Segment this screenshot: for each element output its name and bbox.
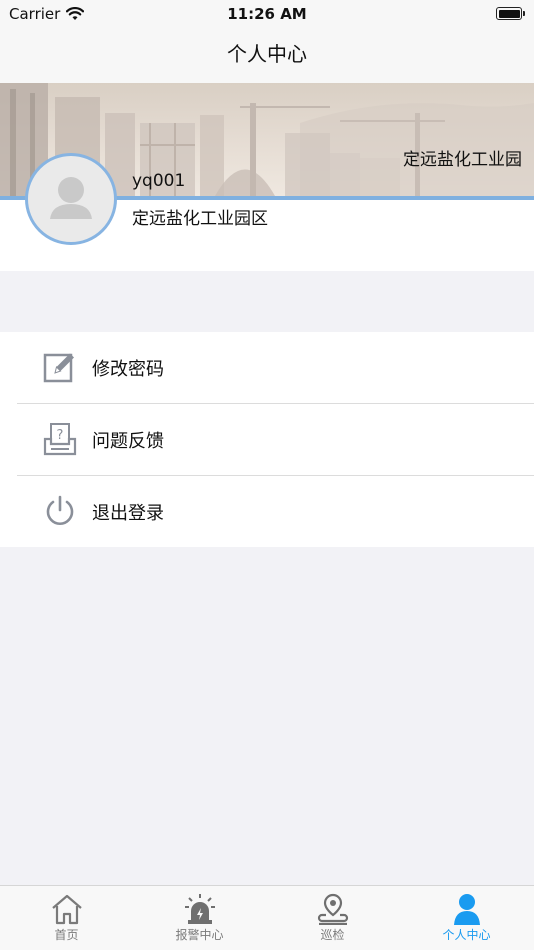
svg-text:?: ? (57, 428, 64, 443)
alarm-icon (184, 894, 215, 924)
tab-home-label: 首页 (54, 928, 79, 942)
tab-personal-center-label: 个人中心 (442, 928, 491, 942)
logout-label: 退出登录 (92, 503, 164, 524)
status-bar: Carrier 11:26 AM (0, 0, 534, 28)
tab-alarm-center-label: 报警中心 (175, 928, 224, 942)
screen: Carrier 11:26 AM 个人中心 定远盐化工业园 yq001 定远盐化… (0, 0, 534, 950)
person-icon (453, 894, 480, 925)
edit-icon (43, 353, 74, 383)
profile-header: 定远盐化工业园 yq001 定远盐化工业园区 (0, 83, 534, 271)
clock: 11:26 AM (227, 5, 307, 23)
banner-title: 定远盐化工业园 (403, 150, 522, 170)
page-title: 个人中心 (227, 42, 307, 66)
tab-personal-center[interactable]: 个人中心 (400, 886, 533, 950)
feedback-item[interactable]: ? 问题反馈 (0, 404, 534, 475)
tab-inspection[interactable]: 巡检 (266, 886, 399, 950)
tab-alarm-center[interactable]: 报警中心 (133, 886, 266, 950)
power-icon (46, 495, 74, 525)
tab-inspection-label: 巡检 (320, 928, 345, 942)
user-silhouette-icon (50, 177, 92, 219)
feedback-icon: ? (43, 423, 77, 456)
settings-menu: 修改密码 ? 问题反馈 退出登录 (0, 332, 534, 547)
username: yq001 (132, 171, 186, 191)
logout-item[interactable]: 退出登录 (0, 476, 534, 547)
feedback-label: 问题反馈 (92, 431, 164, 452)
nav-bar: 个人中心 (0, 28, 534, 83)
home-icon (51, 894, 82, 925)
change-password-item[interactable]: 修改密码 (0, 332, 534, 403)
tab-bar: 首页 报警中心 巡检 个人中心 (0, 885, 534, 950)
battery-icon (496, 7, 525, 20)
organization-name: 定远盐化工业园区 (132, 209, 268, 229)
location-icon (317, 893, 348, 925)
avatar[interactable] (25, 153, 117, 245)
tab-home[interactable]: 首页 (0, 886, 133, 950)
change-password-label: 修改密码 (92, 359, 164, 380)
